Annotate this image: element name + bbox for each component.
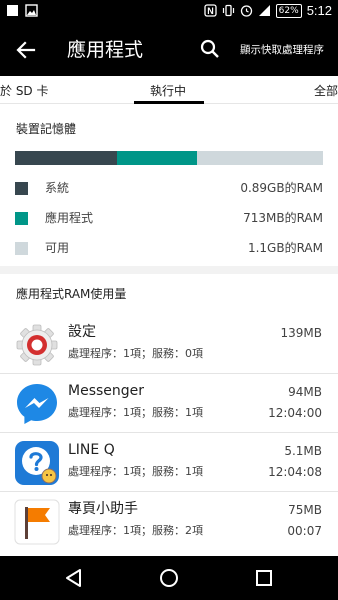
- legend-system: 系統 0.89GB的RAM: [15, 180, 323, 196]
- tab-indicator: [134, 101, 204, 104]
- app-memory: 139MB: [280, 326, 323, 340]
- app-row-pages-manager[interactable]: 專頁小助手 處理程序：1項；服務：2項 75MB 00:07: [0, 493, 338, 555]
- app-row-settings[interactable]: 設定 處理程序：1項；服務：0項 139MB: [0, 316, 338, 374]
- app-process-info: 處理程序：1項；服務：2項: [68, 524, 203, 537]
- memory-bar-segment-0: [15, 151, 117, 165]
- app-name: Messenger: [68, 383, 145, 399]
- show-cached-processes-button[interactable]: 顯示快取處理程序: [240, 42, 324, 58]
- tab-sd-card[interactable]: 於 SD 卡: [0, 83, 49, 99]
- tab-running[interactable]: 執行中: [150, 83, 186, 99]
- tab-all[interactable]: 全部: [314, 83, 338, 99]
- legend-apps: 應用程式 713MB的RAM: [15, 210, 323, 226]
- svg-text:N: N: [207, 6, 214, 16]
- image-notification-icon: [25, 4, 38, 17]
- search-icon[interactable]: [199, 38, 221, 60]
- app-row-line-q[interactable]: LINE Q 處理程序：1項；服務：1項 5.1MB 12:04:08: [0, 434, 338, 492]
- app-runtime: 00:07: [287, 524, 322, 538]
- legend-label: 系統: [45, 181, 70, 195]
- tab-bar: 於 SD 卡 執行中 全部: [0, 76, 338, 104]
- legend-swatch: [15, 242, 28, 255]
- app-runtime: 12:04:00: [268, 406, 322, 420]
- app-process-info: 處理程序：1項；服務：0項: [68, 347, 203, 360]
- page-title: 應用程式: [67, 39, 144, 61]
- legend-free: 可用 1.1GB的RAM: [15, 240, 323, 256]
- notification-square-icon: [7, 5, 18, 16]
- app-ram-usage-header: 應用程式RAM使用量: [16, 287, 127, 301]
- legend-label: 應用程式: [45, 211, 94, 225]
- app-name: LINE Q: [68, 442, 115, 458]
- status-bar: N 62% 5:12: [0, 0, 338, 24]
- app-row-messenger[interactable]: Messenger 處理程序：1項；服務：1項 94MB 12:04:00: [0, 375, 338, 433]
- back-arrow-icon[interactable]: [14, 38, 38, 62]
- settings-icon: [16, 324, 58, 366]
- section-divider: [0, 266, 338, 274]
- legend-value: 0.89GB的RAM: [240, 181, 323, 195]
- vibrate-icon: [222, 4, 234, 17]
- app-runtime: 12:04:08: [268, 465, 322, 479]
- battery-indicator: 62%: [275, 3, 302, 18]
- status-time: 5:12: [306, 3, 332, 18]
- memory-bar-segment-1: [116, 151, 197, 165]
- alarm-icon: [240, 5, 252, 17]
- legend-value: 713MB的RAM: [243, 211, 323, 225]
- app-bar: 應用程式 顯示快取處理程序: [0, 24, 338, 76]
- legend-label: 可用: [45, 241, 70, 255]
- memory-usage-bar: [15, 151, 323, 165]
- memory-bar-segment-2: [196, 151, 323, 165]
- app-process-info: 處理程序：1項；服務：1項: [68, 465, 203, 478]
- legend-value: 1.1GB的RAM: [247, 241, 323, 255]
- nav-back-icon[interactable]: [63, 567, 85, 589]
- navigation-bar: [0, 556, 338, 600]
- line-q-icon: [15, 441, 59, 485]
- legend-swatch: [15, 212, 28, 225]
- nav-recents-icon[interactable]: [253, 567, 275, 589]
- app-name: 設定: [68, 324, 96, 340]
- device-memory-header: 裝置記憶體: [16, 122, 77, 136]
- pages-manager-icon: [14, 499, 60, 545]
- nav-home-icon[interactable]: [158, 567, 180, 589]
- signal-icon: [258, 5, 270, 16]
- nfc-icon: N: [204, 4, 217, 17]
- app-memory: 94MB: [288, 385, 322, 399]
- legend-swatch: [15, 182, 28, 195]
- app-process-info: 處理程序：1項；服務：1項: [68, 406, 203, 419]
- app-name: 專頁小助手: [68, 501, 138, 517]
- app-memory: 75MB: [288, 503, 322, 517]
- app-memory: 5.1MB: [284, 444, 322, 458]
- messenger-icon: [17, 384, 57, 424]
